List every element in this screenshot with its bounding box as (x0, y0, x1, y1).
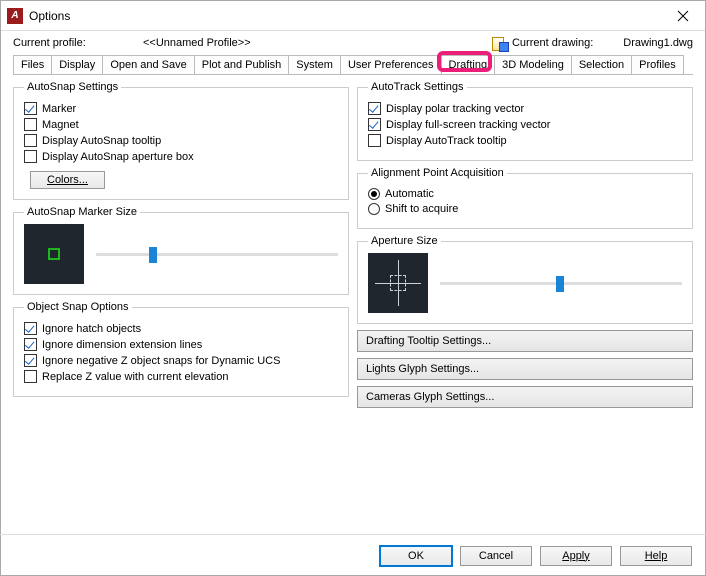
tab-system[interactable]: System (288, 55, 341, 74)
polar-tracking-checkbox[interactable] (368, 102, 381, 115)
autotrack-legend: AutoTrack Settings (368, 81, 467, 93)
cancel-button[interactable]: Cancel (460, 546, 532, 566)
autosnap-aperture-box-label: Display AutoSnap aperture box (42, 151, 194, 163)
autosnap-tooltip-label: Display AutoSnap tooltip (42, 135, 161, 147)
autotrack-tooltip-row[interactable]: Display AutoTrack tooltip (368, 134, 682, 147)
ignore-hatch-label: Ignore hatch objects (42, 323, 141, 335)
alignment-point-group: Alignment Point Acquisition Automatic Sh… (357, 167, 693, 229)
autosnap-marker-row[interactable]: Marker (24, 102, 338, 115)
aperture-size-group: Aperture Size (357, 235, 693, 324)
right-column: AutoTrack Settings Display polar trackin… (357, 81, 693, 408)
tab-3d-modeling[interactable]: 3D Modeling (494, 55, 572, 74)
profile-row: Current profile: <<Unnamed Profile>> Cur… (1, 31, 705, 55)
close-icon (677, 10, 689, 22)
autosnap-magnet-checkbox[interactable] (24, 118, 37, 131)
tab-profiles[interactable]: Profiles (631, 55, 684, 74)
close-button[interactable] (661, 1, 705, 31)
drawing-icon (492, 35, 508, 51)
autosnap-marker-label: Marker (42, 103, 76, 115)
ignore-neg-z-label: Ignore negative Z object snaps for Dynam… (42, 355, 280, 367)
ignore-neg-z-row[interactable]: Ignore negative Z object snaps for Dynam… (24, 354, 338, 367)
replace-z-row[interactable]: Replace Z value with current elevation (24, 370, 338, 383)
automatic-row[interactable]: Automatic (368, 188, 682, 200)
aperture-preview-icon (375, 260, 421, 306)
fullscreen-tracking-row[interactable]: Display full-screen tracking vector (368, 118, 682, 131)
autosnap-legend: AutoSnap Settings (24, 81, 121, 93)
ignore-dim-ext-checkbox[interactable] (24, 338, 37, 351)
apply-button[interactable]: Apply (540, 546, 612, 566)
aperture-preview (368, 253, 428, 313)
marker-preview-icon (48, 248, 60, 260)
automatic-label: Automatic (385, 188, 434, 200)
tab-strip: Files Display Open and Save Plot and Pub… (13, 55, 693, 75)
aperture-size-slider[interactable] (440, 274, 682, 292)
app-icon: A (7, 8, 23, 24)
marker-preview (24, 224, 84, 284)
autosnap-marker-checkbox[interactable] (24, 102, 37, 115)
aperture-size-legend: Aperture Size (368, 235, 441, 247)
colors-button[interactable]: Colors... (30, 171, 105, 189)
ignore-dim-ext-label: Ignore dimension extension lines (42, 339, 202, 351)
autotrack-settings-group: AutoTrack Settings Display polar trackin… (357, 81, 693, 161)
profile-name: <<Unnamed Profile>> (143, 37, 492, 49)
automatic-radio[interactable] (368, 188, 380, 200)
autosnap-magnet-row[interactable]: Magnet (24, 118, 338, 131)
tab-selection[interactable]: Selection (571, 55, 632, 74)
drafting-tooltip-settings-button[interactable]: Drafting Tooltip Settings... (357, 330, 693, 352)
ok-button[interactable]: OK (380, 546, 452, 566)
autosnap-tooltip-row[interactable]: Display AutoSnap tooltip (24, 134, 338, 147)
dialog-footer: OK Cancel Apply Help (0, 534, 706, 576)
tab-open-and-save[interactable]: Open and Save (102, 55, 194, 74)
autosnap-tooltip-checkbox[interactable] (24, 134, 37, 147)
current-drawing-label: Current drawing: (512, 37, 593, 49)
ignore-hatch-row[interactable]: Ignore hatch objects (24, 322, 338, 335)
ignore-dim-ext-row[interactable]: Ignore dimension extension lines (24, 338, 338, 351)
ignore-neg-z-checkbox[interactable] (24, 354, 37, 367)
polar-tracking-label: Display polar tracking vector (386, 103, 524, 115)
tab-plot-and-publish[interactable]: Plot and Publish (194, 55, 290, 74)
marker-size-legend: AutoSnap Marker Size (24, 206, 140, 218)
window-title: Options (29, 9, 661, 23)
marker-size-slider[interactable] (96, 245, 338, 263)
polar-tracking-row[interactable]: Display polar tracking vector (368, 102, 682, 115)
current-drawing-name: Drawing1.dwg (623, 37, 693, 49)
shift-acquire-label: Shift to acquire (385, 203, 458, 215)
autosnap-magnet-label: Magnet (42, 119, 79, 131)
autosnap-marker-size-group: AutoSnap Marker Size (13, 206, 349, 295)
tab-drafting[interactable]: Drafting (441, 55, 496, 74)
profile-label: Current profile: (13, 37, 143, 49)
replace-z-label: Replace Z value with current elevation (42, 371, 228, 383)
titlebar: A Options (1, 1, 705, 31)
lights-glyph-settings-button[interactable]: Lights Glyph Settings... (357, 358, 693, 380)
autosnap-aperture-box-checkbox[interactable] (24, 150, 37, 163)
fullscreen-tracking-checkbox[interactable] (368, 118, 381, 131)
autotrack-tooltip-label: Display AutoTrack tooltip (386, 135, 507, 147)
shift-acquire-row[interactable]: Shift to acquire (368, 203, 682, 215)
osnap-options-group: Object Snap Options Ignore hatch objects… (13, 301, 349, 397)
autosnap-aperture-box-row[interactable]: Display AutoSnap aperture box (24, 150, 338, 163)
autosnap-settings-group: AutoSnap Settings Marker Magnet Display … (13, 81, 349, 200)
help-button[interactable]: Help (620, 546, 692, 566)
osnap-legend: Object Snap Options (24, 301, 132, 313)
replace-z-checkbox[interactable] (24, 370, 37, 383)
left-column: AutoSnap Settings Marker Magnet Display … (13, 81, 349, 408)
ignore-hatch-checkbox[interactable] (24, 322, 37, 335)
fullscreen-tracking-label: Display full-screen tracking vector (386, 119, 550, 131)
tab-display[interactable]: Display (51, 55, 103, 74)
tab-user-preferences[interactable]: User Preferences (340, 55, 442, 74)
shift-acquire-radio[interactable] (368, 203, 380, 215)
tab-files[interactable]: Files (13, 55, 52, 74)
tab-body: AutoSnap Settings Marker Magnet Display … (1, 75, 705, 414)
cameras-glyph-settings-button[interactable]: Cameras Glyph Settings... (357, 386, 693, 408)
autotrack-tooltip-checkbox[interactable] (368, 134, 381, 147)
alignment-legend: Alignment Point Acquisition (368, 167, 507, 179)
